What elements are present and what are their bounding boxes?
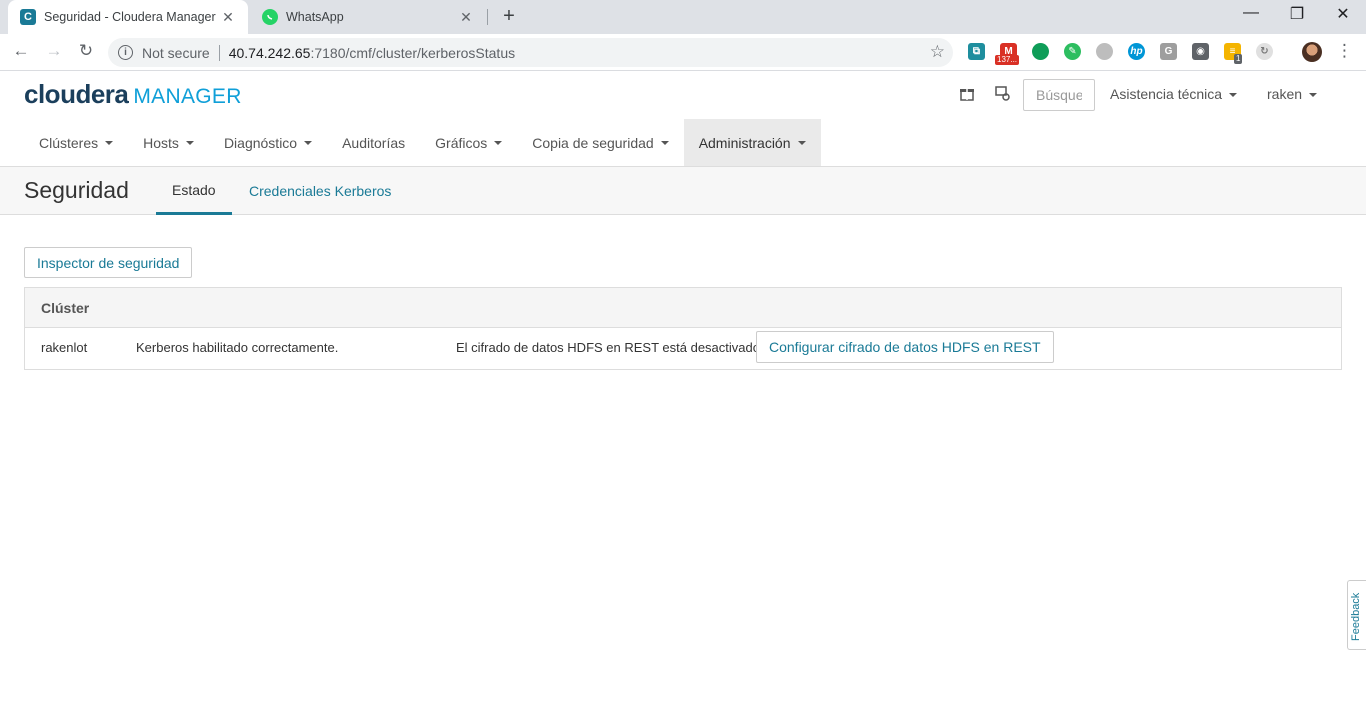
browser-menu-icon[interactable]: ⋮ xyxy=(1336,41,1353,61)
address-bar[interactable]: i Not secure 40.74.242.65:7180/cmf/clust… xyxy=(108,38,953,67)
cloudera-header: cloudera MANAGER Asistencia técnica rake… xyxy=(0,71,1366,167)
security-label: Not secure xyxy=(142,44,210,61)
page-subheader: Seguridad Estado Credenciales Kerberos xyxy=(0,167,1366,215)
back-icon[interactable]: ← xyxy=(10,41,32,61)
lightbulb-extension-icon[interactable]: ◉ xyxy=(1192,43,1209,60)
hdfs-encryption-status: El cifrado de datos HDFS en REST está de… xyxy=(456,340,760,355)
chevron-down-icon xyxy=(304,140,313,145)
feedback-tab[interactable]: Feedback xyxy=(1347,580,1366,650)
close-window-button[interactable]: ✕ xyxy=(1320,4,1366,24)
chevron-down-icon xyxy=(797,140,806,145)
close-tab-icon[interactable]: ✕ xyxy=(458,9,474,26)
new-tab-button[interactable]: + xyxy=(498,5,520,28)
profile-avatar[interactable] xyxy=(1302,42,1322,62)
gmail-badge: 137... xyxy=(995,55,1020,65)
chevron-down-icon xyxy=(1309,93,1318,98)
page-title: Seguridad xyxy=(24,177,129,203)
forward-icon[interactable]: → xyxy=(43,41,65,61)
omnibox-divider xyxy=(218,44,220,61)
browser-tab-cloudera[interactable]: C Seguridad - Cloudera Manager ✕ xyxy=(8,0,248,34)
logo-cloudera-text: cloudera xyxy=(24,79,129,109)
support-menu-label: Asistencia técnica xyxy=(1110,86,1223,102)
nav-hosts[interactable]: Hosts xyxy=(128,119,209,166)
hp-extension-icon[interactable]: hp xyxy=(1128,43,1145,60)
restore-button[interactable]: ❐ xyxy=(1274,4,1320,24)
running-commands-icon[interactable] xyxy=(992,85,1012,106)
nav-audits[interactable]: Auditorías xyxy=(327,119,420,166)
g-extension-icon[interactable]: G xyxy=(1160,43,1177,60)
url-path: :7180/cmf/cluster/kerberosStatus xyxy=(310,44,516,61)
cloudera-favicon-icon: C xyxy=(20,9,36,25)
nav-label: Clústeres xyxy=(39,134,99,151)
whatsapp-favicon-icon xyxy=(262,9,278,25)
circle-extension-icon[interactable] xyxy=(1096,43,1113,60)
sync-extension-icon[interactable]: ↻ xyxy=(1256,43,1273,60)
chevron-down-icon xyxy=(1229,93,1238,98)
nav-administration[interactable]: Administración xyxy=(683,119,821,166)
url-host: 40.74.242.65 xyxy=(228,44,311,61)
cluster-table-header: Clúster xyxy=(25,288,1341,328)
chevron-down-icon xyxy=(105,140,114,145)
browser-toolbar: ← → ↻ i Not secure 40.74.242.65:7180/cmf… xyxy=(0,34,1366,71)
main-nav: Clústeres Hosts Diagnóstico Auditorías G… xyxy=(24,119,821,166)
evernote-extension-icon[interactable]: ✎ xyxy=(1064,43,1081,60)
configure-hdfs-encryption-button[interactable]: Configurar cifrado de datos HDFS en REST xyxy=(756,331,1054,363)
reload-icon[interactable]: ↻ xyxy=(75,41,97,61)
logo-manager-text: MANAGER xyxy=(133,85,242,108)
gift-icon[interactable] xyxy=(957,85,977,106)
cluster-table: Clúster rakenlot Kerberos habilitado cor… xyxy=(24,287,1342,370)
bookmark-star-icon[interactable]: ☆ xyxy=(930,42,945,62)
nav-label: Administración xyxy=(698,134,791,151)
hangouts-extension-icon[interactable] xyxy=(1032,43,1049,60)
notes-badge: 1 xyxy=(1234,54,1243,64)
tab-divider xyxy=(487,9,488,25)
info-icon[interactable]: i xyxy=(118,45,133,60)
user-menu[interactable]: raken xyxy=(1267,86,1318,102)
nav-clusters[interactable]: Clústeres xyxy=(24,119,128,166)
feedback-label: Feedback xyxy=(1350,592,1362,641)
minimize-button[interactable]: — xyxy=(1228,4,1274,22)
nav-label: Copia de seguridad xyxy=(532,134,654,151)
browser-tabstrip: C Seguridad - Cloudera Manager ✕ WhatsAp… xyxy=(0,0,1366,34)
security-inspector-button[interactable]: Inspector de seguridad xyxy=(24,247,193,278)
tab-status[interactable]: Estado xyxy=(156,167,232,215)
nav-charts[interactable]: Gráficos xyxy=(420,119,517,166)
user-menu-label: raken xyxy=(1267,86,1303,102)
chevron-down-icon xyxy=(660,140,669,145)
browser-tab-whatsapp[interactable]: WhatsApp ✕ xyxy=(250,0,486,34)
nav-backup[interactable]: Copia de seguridad xyxy=(517,119,683,166)
extension-screenshot-icon[interactable]: ⧉ xyxy=(968,43,985,60)
kerberos-status: Kerberos habilitado correctamente. xyxy=(136,340,339,355)
nav-diagnostics[interactable]: Diagnóstico xyxy=(209,119,327,166)
search-input[interactable] xyxy=(1023,79,1095,111)
tab-title: Seguridad - Cloudera Manager xyxy=(44,10,216,24)
nav-label: Hosts xyxy=(143,134,179,151)
nav-label: Auditorías xyxy=(342,134,406,151)
cloudera-manager-logo[interactable]: cloudera MANAGER xyxy=(24,79,242,110)
close-tab-icon[interactable]: ✕ xyxy=(220,9,236,26)
chevron-down-icon xyxy=(494,140,503,145)
chevron-down-icon xyxy=(185,140,194,145)
nav-label: Gráficos xyxy=(435,134,488,151)
tab-kerberos-credentials[interactable]: Credenciales Kerberos xyxy=(233,167,407,215)
table-row: rakenlot Kerberos habilitado correctamen… xyxy=(25,328,1341,369)
support-menu[interactable]: Asistencia técnica xyxy=(1110,86,1238,102)
cluster-name: rakenlot xyxy=(41,340,88,355)
nav-label: Diagnóstico xyxy=(223,134,298,151)
tab-title: WhatsApp xyxy=(286,10,344,24)
